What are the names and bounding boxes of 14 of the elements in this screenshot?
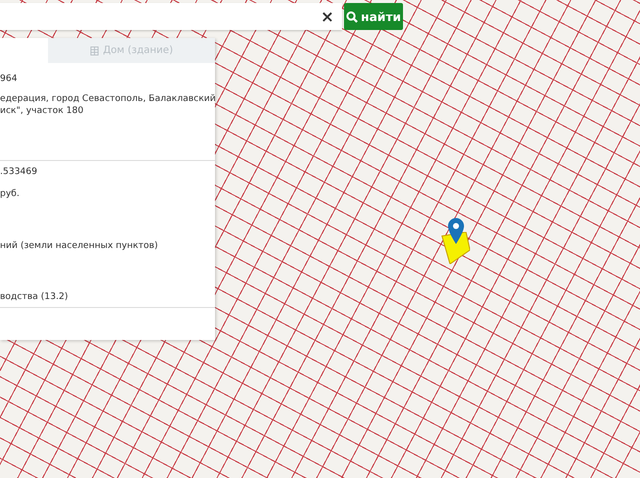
- info-text: иск", участок 180: [0, 105, 84, 117]
- building-icon: [90, 46, 99, 56]
- info-text: руб.: [0, 188, 20, 200]
- search-icon: [346, 10, 358, 22]
- info-text: 964: [0, 73, 18, 85]
- info-text: водства (13.2): [0, 291, 69, 303]
- clear-button[interactable]: ×: [312, 7, 342, 26]
- info-text: едерация, город Севастополь, Балаклавский: [0, 93, 215, 105]
- search-button[interactable]: найти: [344, 3, 403, 30]
- highlighted-parcel-icon: [440, 232, 470, 264]
- map-pin-icon[interactable]: [448, 218, 464, 244]
- search-field[interactable]: ×: [0, 3, 342, 30]
- info-text: ний (земли населенных пунктов): [0, 240, 159, 252]
- info-text: .533469: [0, 166, 38, 178]
